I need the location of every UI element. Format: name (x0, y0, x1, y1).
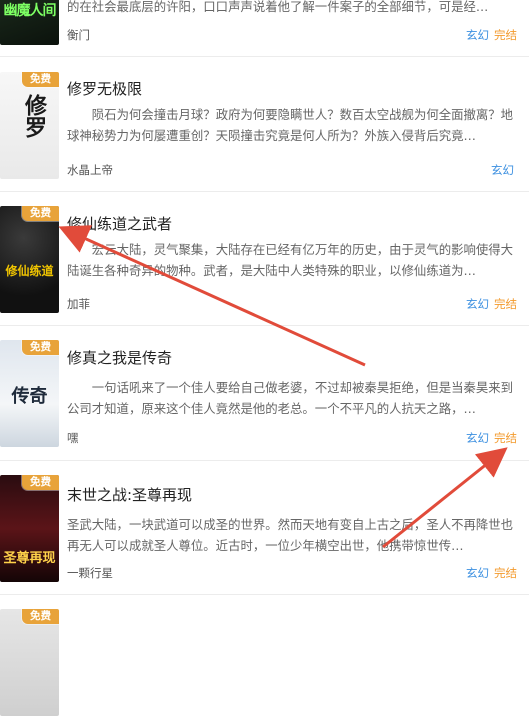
book-item[interactable]: 修罗 免费 修罗无极限 陨石为何会撞击月球？政府为何要隐瞒世人？数百太空战舰为何… (0, 56, 529, 190)
book-description: 的在社会最底层的许阳，口口声声说着他了解一件案子的全部细节，可是经… (67, 0, 489, 14)
book-item[interactable]: 圣尊再现 免费 末世之战:圣尊再现 圣武大陆，一块武道可以成圣的世界。然而天地有… (0, 460, 529, 594)
book-cover[interactable]: 圣尊再现 免费 (0, 475, 59, 582)
book-cover[interactable]: 传奇 免费 (0, 340, 59, 447)
free-badge: 免费 (22, 72, 59, 87)
free-badge: 免费 (22, 206, 59, 221)
free-badge: 免费 (22, 340, 59, 355)
book-title[interactable]: 修罗无极限 (67, 78, 142, 99)
book-description: 一句话吼来了一个佳人要给自己做老婆，不过却被秦昊拒绝，但是当秦昊来到公司才知道，… (67, 380, 514, 416)
book-description: 陨石为何会撞击月球？政府为何要隐瞒世人？数百太空战舰为何全面撤离？地球神秘势力为… (67, 107, 514, 143)
book-cover[interactable]: 幽魔人间 (0, 0, 59, 45)
cover-title: 传奇 (11, 386, 48, 407)
status-tag: 完结 (494, 431, 517, 445)
status-tag: 完结 (494, 28, 517, 42)
genre-tag[interactable]: 玄幻 (466, 296, 489, 312)
book-description: 宏云大陆，灵气聚集，大陆存在已经有亿万年的历史，由于灵气的影响使得大陆诞生各种奇… (67, 242, 514, 278)
book-title[interactable]: 末世之战:圣尊再现 (67, 484, 192, 505)
book-author: 一颗行星 (67, 566, 113, 580)
cover-title: 修仙练道 (5, 264, 54, 278)
book-item[interactable]: 免费 (0, 594, 529, 728)
genre-tag[interactable]: 玄幻 (466, 565, 489, 581)
genre-tag[interactable]: 玄幻 (466, 27, 489, 43)
book-author: 水晶上帝 (67, 163, 113, 177)
book-cover[interactable]: 免费 (0, 609, 59, 716)
book-cover[interactable]: 修罗 免费 (0, 72, 59, 179)
book-cover[interactable]: 修仙练道 免费 (0, 206, 59, 313)
status-tag: 完结 (494, 566, 517, 580)
cover-title: 圣尊再现 (3, 551, 56, 566)
genre-tag[interactable]: 玄幻 (491, 162, 514, 178)
status-tag: 完结 (494, 297, 517, 311)
book-item[interactable]: 传奇 免费 修真之我是传奇 一句话吼来了一个佳人要给自己做老婆，不过却被秦昊拒绝… (0, 325, 529, 459)
genre-tag[interactable]: 玄幻 (466, 430, 489, 446)
book-author: 衡门 (67, 28, 90, 42)
book-description: 圣武大陆，一块武道可以成圣的世界。然而天地有变自上古之后，圣人不再降世也再无人可… (67, 517, 514, 553)
book-author: 加菲 (67, 297, 90, 311)
free-badge: 免费 (22, 475, 59, 490)
book-author: 嘿 (67, 431, 79, 445)
cover-title: 幽魔人间 (3, 3, 57, 19)
book-item[interactable]: 修仙练道 免费 修仙练道之武者 宏云大陆，灵气聚集，大陆存在已经有亿万年的历史，… (0, 191, 529, 325)
book-title[interactable]: 修仙练道之武者 (67, 213, 172, 234)
cover-title: 修罗 (21, 94, 47, 138)
book-title[interactable]: 修真之我是传奇 (67, 347, 172, 368)
free-badge: 免费 (22, 609, 59, 624)
